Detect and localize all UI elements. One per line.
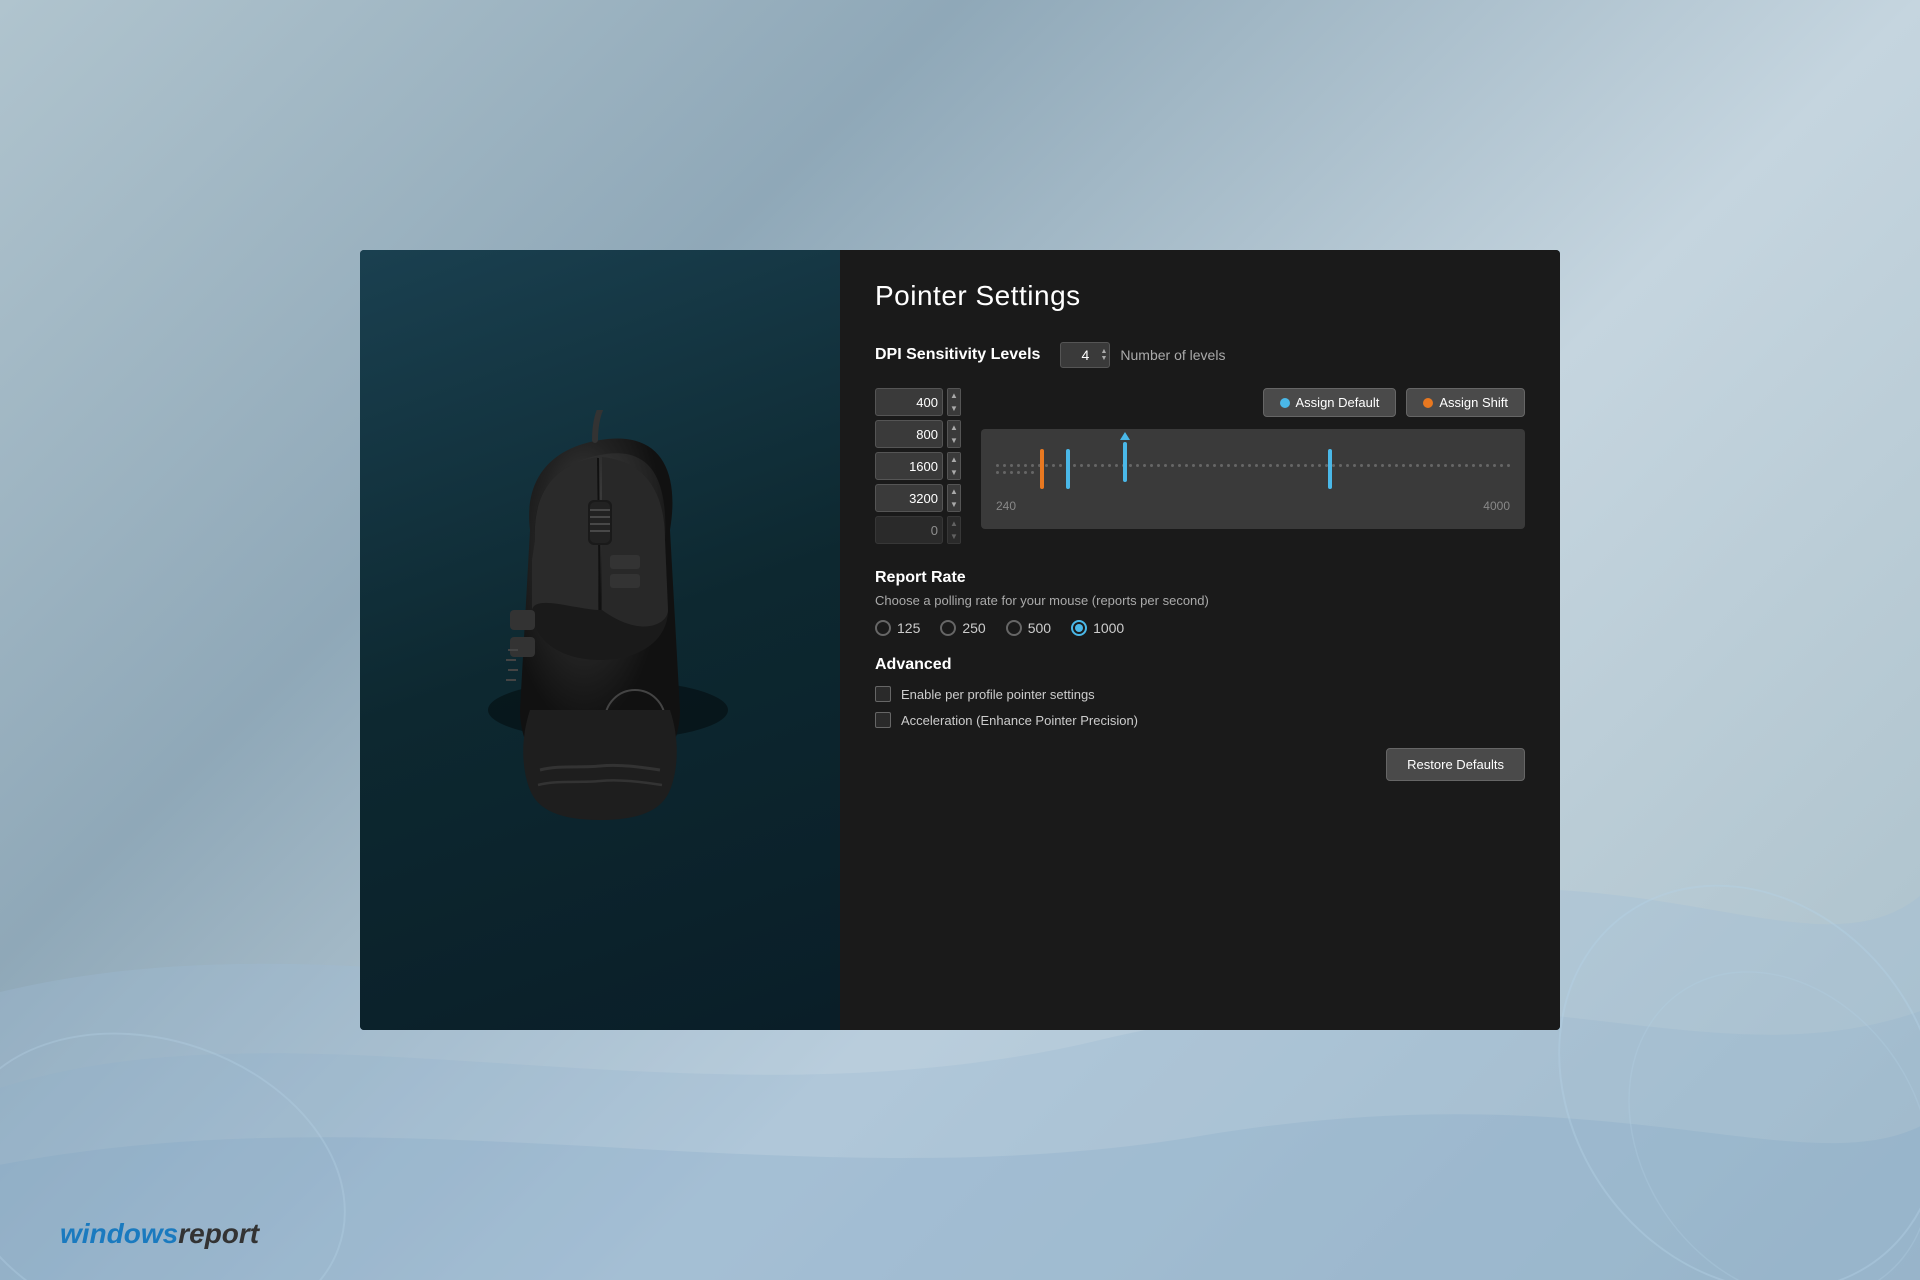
assign-buttons-row: Assign Default Assign Shift [981,388,1525,417]
dpi-section-header: DPI Sensitivity Levels 4 ▲ ▼ Number of l… [875,342,1525,368]
left-panel: G [360,250,840,1030]
dpi-spinners-5[interactable]: ▲ ▼ [947,516,961,544]
radio-option-1000[interactable]: 1000 [1071,620,1124,636]
assign-default-icon [1280,398,1290,408]
checkbox-label-1: Enable per profile pointer settings [901,687,1095,702]
watermark: windowsreport [60,1218,259,1250]
dpi-chart-labels: 240 4000 [996,499,1510,513]
dpi-spin-up-3[interactable]: ▲ [948,453,960,466]
dpi-spinners-1[interactable]: ▲ ▼ [947,388,961,416]
dpi-level-row-2: 800 ▲ ▼ [875,420,961,448]
dpi-level-row-1: 400 ▲ ▼ [875,388,961,416]
radio-label-125: 125 [897,620,920,636]
watermark-windows: windows [60,1218,178,1250]
dpi-spin-up-4[interactable]: ▲ [948,485,960,498]
radio-option-500[interactable]: 500 [1006,620,1051,636]
chart-area: Assign Default Assign Shift [981,388,1525,544]
dpi-marker-default-3[interactable] [1328,449,1332,489]
dpi-chart: 240 4000 [981,429,1525,529]
radio-label-250: 250 [962,620,985,636]
radio-circle-250[interactable] [940,620,956,636]
report-rate-section: Report Rate Choose a polling rate for yo… [875,569,1525,636]
dpi-spin-up-2[interactable]: ▲ [948,421,960,434]
mouse-image: G [440,410,760,870]
dpi-min-label: 240 [996,499,1016,513]
checkbox-row-2[interactable]: Acceleration (Enhance Pointer Precision) [875,712,1525,728]
radio-circle-125[interactable] [875,620,891,636]
dpi-input-2[interactable]: 800 [875,420,943,448]
report-rate-label: Report Rate [875,569,966,586]
assign-shift-button[interactable]: Assign Shift [1406,388,1525,417]
dpi-spin-down-1[interactable]: ▼ [948,402,960,415]
dpi-level-row-3: 1600 ▲ ▼ [875,452,961,480]
dpi-section-label: DPI Sensitivity Levels [875,346,1040,364]
dpi-input-4[interactable]: 3200 [875,484,943,512]
checkbox-row-1[interactable]: Enable per profile pointer settings [875,686,1525,702]
report-rate-radio-group: 125 250 500 1000 [875,620,1525,636]
radio-label-500: 500 [1028,620,1051,636]
app-window: G Pointer Settings DPI Sensitivity Level… [360,250,1560,1030]
radio-option-125[interactable]: 125 [875,620,920,636]
radio-label-1000: 1000 [1093,620,1124,636]
assign-shift-icon [1423,398,1433,408]
advanced-checkboxes: Enable per profile pointer settings Acce… [875,686,1525,728]
num-levels-input[interactable]: 4 ▲ ▼ [1060,342,1110,368]
dpi-input-5[interactable]: 0 [875,516,943,544]
dpi-spinners-3[interactable]: ▲ ▼ [947,452,961,480]
dpi-spinners-4[interactable]: ▲ ▼ [947,484,961,512]
dpi-spin-down-2[interactable]: ▼ [948,434,960,447]
dpi-spin-up-1[interactable]: ▲ [948,389,960,402]
restore-defaults-button[interactable]: Restore Defaults [1386,748,1525,781]
dpi-spinners-2[interactable]: ▲ ▼ [947,420,961,448]
advanced-footer: Restore Defaults [875,748,1525,781]
dpi-input-1[interactable]: 400 [875,388,943,416]
radio-option-250[interactable]: 250 [940,620,985,636]
dpi-level-row-5: 0 ▲ ▼ [875,516,961,544]
checkbox-label-2: Acceleration (Enhance Pointer Precision) [901,713,1138,728]
checkbox-2[interactable] [875,712,891,728]
assign-default-label: Assign Default [1296,395,1380,410]
dpi-spin-down-5[interactable]: ▼ [948,530,960,543]
watermark-report: report [178,1218,259,1250]
dpi-marker-default-2[interactable] [1120,432,1130,482]
dpi-marker-shift[interactable] [1040,449,1044,489]
num-levels-label: Number of levels [1120,347,1225,363]
radio-circle-500[interactable] [1006,620,1022,636]
checkbox-1[interactable] [875,686,891,702]
report-rate-description: Choose a polling rate for your mouse (re… [875,593,1525,608]
dpi-input-3[interactable]: 1600 [875,452,943,480]
panel-title: Pointer Settings [875,280,1525,312]
dpi-max-label: 4000 [1483,499,1510,513]
assign-shift-label: Assign Shift [1439,395,1508,410]
assign-default-button[interactable]: Assign Default [1263,388,1397,417]
dpi-marker-default-1[interactable] [1066,449,1070,489]
dpi-spin-up-5[interactable]: ▲ [948,517,960,530]
advanced-label: Advanced [875,656,951,673]
right-panel: Pointer Settings DPI Sensitivity Levels … [840,250,1560,1030]
dpi-main-row: 400 ▲ ▼ 800 ▲ ▼ 1600 [875,388,1525,544]
num-levels-group: 4 ▲ ▼ Number of levels [1060,342,1225,368]
dpi-level-row-4: 3200 ▲ ▼ [875,484,961,512]
dpi-spin-down-3[interactable]: ▼ [948,466,960,479]
radio-circle-1000[interactable] [1071,620,1087,636]
advanced-section: Advanced Enable per profile pointer sett… [875,656,1525,781]
dpi-levels-col: 400 ▲ ▼ 800 ▲ ▼ 1600 [875,388,961,544]
dpi-spin-down-4[interactable]: ▼ [948,498,960,511]
dpi-slider-track[interactable] [996,444,1510,494]
